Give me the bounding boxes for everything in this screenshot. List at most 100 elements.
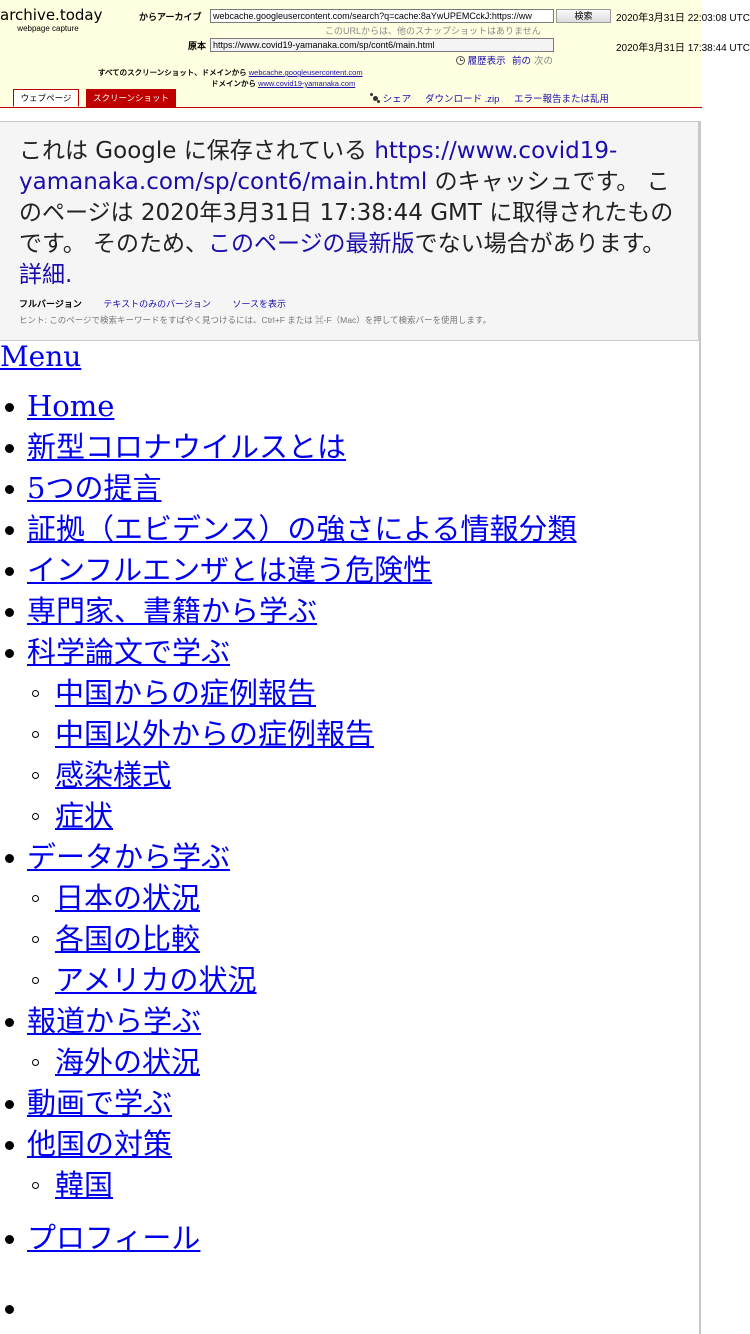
nav-item-label[interactable]: アメリカの状況 [55,963,257,997]
bullet-icon [5,649,14,658]
archive-url-input[interactable]: webcache.googleusercontent.com/search?q=… [210,9,554,23]
nav-item[interactable]: データから学ぶ [27,839,230,875]
nav-item-label[interactable]: 動画で学ぶ [27,1086,172,1120]
nav-item-label[interactable]: 中国からの症例報告 [55,676,316,710]
original-url-field[interactable]: https://www.covid19-yamanaka.com/sp/cont… [210,38,554,52]
menu-link[interactable]: Menu [0,340,81,373]
archived-timestamp: 2020年3月31日 22:03:08 UTC [616,13,750,24]
from-domain-link[interactable]: www.covid19-yamanaka.com [258,79,355,88]
nav-item[interactable]: 科学論文で学ぶ [27,634,230,670]
nav-item-label[interactable]: 科学論文で学ぶ [27,635,230,669]
cache-intro: これは Google に保存されている [19,138,375,164]
view-source-link[interactable]: ソースを表示 [232,299,286,309]
next-link: 次の [534,56,554,67]
nav-item[interactable]: プロフィール [27,1220,200,1256]
archive-header: archive.today webpage capture からアーカイブ we… [0,0,750,108]
history-label[interactable]: 履歴表示 [468,56,506,67]
tab-screenshot[interactable]: スクリーンショット [86,89,176,107]
nav-subitem[interactable]: 中国以外からの症例報告 [55,716,374,752]
text-only-link[interactable]: テキストのみのバージョン [103,299,211,309]
nav-item[interactable]: 他国の対策 [27,1126,172,1162]
nav-item-label[interactable]: 海外の状況 [55,1045,200,1079]
nav-item-label[interactable]: 日本の状況 [55,881,200,915]
cache-notice: これは Google に保存されている https://www.covid19-… [19,136,683,291]
nav-item-label[interactable]: 韓国 [55,1168,113,1202]
sub-bullet-icon [32,813,39,820]
details-link[interactable]: 詳細. [19,262,72,288]
nav-item[interactable]: 専門家、書籍から学ぶ [27,593,317,629]
full-version-label: フルバージョン [19,299,82,309]
page-right-border [699,121,701,1334]
no-snapshots-note: このURLからは、他のスナップショットはありません [325,26,541,36]
nav-item-label[interactable]: データから学ぶ [27,840,230,874]
nav-item-label[interactable]: 証拠（エビデンス）の強さによる情報分類 [27,512,577,546]
nav-subitem[interactable]: 韓国 [55,1167,113,1203]
nav-subitem[interactable]: 海外の状況 [55,1044,200,1080]
nav-item[interactable]: 報道から学ぶ [27,1003,201,1039]
latest-version-link[interactable]: このページの最新版 [208,231,415,257]
nav-subitem[interactable]: 感染様式 [55,757,171,793]
nav-item[interactable]: 新型コロナウイルスとは [27,429,346,465]
nav-item-label[interactable]: 各国の比較 [55,922,200,956]
sub-bullet-icon [32,895,39,902]
bullet-icon [5,526,14,535]
report-link[interactable]: エラー報告または乱用 [514,91,609,105]
nav-item[interactable]: 動画で学ぶ [27,1085,172,1121]
nav-item[interactable]: Home [27,388,114,424]
cache-version-links: フルバージョン テキストのみのバージョン ソースを表示 [19,297,305,310]
brand-title[interactable]: archive.today [0,6,102,24]
nav-item[interactable]: インフルエンザとは違う危険性 [27,552,432,588]
from-domain-label: ドメインから [211,79,256,88]
nav-item-label[interactable]: 5つの提言 [27,471,161,505]
sub-bullet-icon [32,1182,39,1189]
nav-subitem[interactable]: 日本の状況 [55,880,200,916]
nav-item-label[interactable]: 新型コロナウイルスとは [27,430,346,464]
all-screenshots-label: すべてのスクリーンショット、ドメインから [98,68,247,77]
share-icon [370,93,380,103]
empty-list-bullet [5,1305,14,1314]
prev-link[interactable]: 前の [512,53,531,67]
search-hint: ヒント: このページで検索キーワードをすばやく見つけるには、Ctrl+F または… [19,315,492,325]
bullet-icon [5,567,14,576]
share-label[interactable]: シェア [383,94,412,105]
google-cache-banner: これは Google に保存されている https://www.covid19-… [0,121,699,341]
bullet-icon [5,1141,14,1150]
nav-item-label[interactable]: 感染様式 [55,758,171,792]
nav-item-label[interactable]: 症状 [55,799,113,833]
history-link[interactable]: 履歴表示 [456,53,506,67]
tab-webpage[interactable]: ウェブページ [13,89,79,107]
share-link[interactable]: シェア [370,91,411,105]
bullet-icon [5,608,14,617]
nav-item[interactable]: 証拠（エビデンス）の強さによる情報分類 [27,511,577,547]
nav-item-label[interactable]: インフルエンザとは違う危険性 [27,553,432,587]
sub-bullet-icon [32,1059,39,1066]
archive-brand[interactable]: archive.today webpage capture [0,6,102,34]
nav-item-label[interactable]: Home [27,389,114,423]
nav-subitem[interactable]: 症状 [55,798,113,834]
nav-item[interactable]: 5つの提言 [27,470,161,506]
nav-subitem[interactable]: アメリカの状況 [55,962,257,998]
bullet-icon [5,854,14,863]
nav-item-label[interactable]: 報道から学ぶ [27,1004,201,1038]
sub-bullet-icon [32,977,39,984]
search-button[interactable]: 検索 [556,9,611,23]
nav-item-label[interactable]: 他国の対策 [27,1127,172,1161]
original-label: 原本 [188,41,207,51]
sub-bullet-icon [32,772,39,779]
nav-subitem[interactable]: 各国の比較 [55,921,200,957]
nav-subitem[interactable]: 中国からの症例報告 [55,675,316,711]
nav-item-label[interactable]: 専門家、書籍から学ぶ [27,594,317,628]
nav-item-label[interactable]: プロフィール [27,1221,200,1255]
not-latest-text: でない場合があります。 [414,231,666,257]
sub-bullet-icon [32,731,39,738]
from-domain-row: ドメインから www.covid19-yamanaka.com [211,78,355,89]
bullet-icon [5,444,14,453]
brand-subtitle: webpage capture [17,24,79,33]
sub-bullet-icon [32,690,39,697]
nav-item-label[interactable]: 中国以外からの症例報告 [55,717,374,751]
bullet-icon [5,1235,14,1244]
download-link[interactable]: ダウンロード .zip [425,91,499,105]
all-screenshots-row: すべてのスクリーンショット、ドメインから webcache.googleuser… [98,67,363,78]
all-screenshots-domain-link[interactable]: webcache.googleusercontent.com [249,68,363,77]
sub-bullet-icon [32,936,39,943]
